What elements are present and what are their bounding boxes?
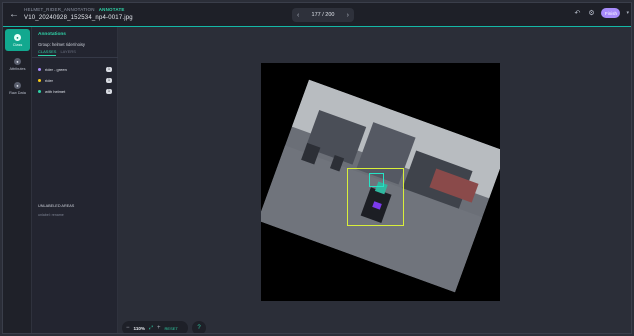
class-count-badge: 1 xyxy=(106,88,112,94)
help-icon[interactable]: ? xyxy=(192,321,206,333)
zoom-reset-button[interactable]: RESET xyxy=(165,326,178,331)
zoom-controls: − 110% ⤢ + RESET xyxy=(122,321,188,333)
class-label: with helmet xyxy=(45,88,66,94)
top-right-actions: ↶ ⚙ Finish ▾ xyxy=(573,8,629,18)
class-label: rider xyxy=(45,77,54,83)
breadcrumb: HELMET_RIDER_ANNOTATION ANNOTATE xyxy=(24,8,133,13)
file-name: V10_20240928_152534_np4-0017.jpg xyxy=(24,14,133,21)
chevron-down-icon[interactable]: ▾ xyxy=(626,10,629,16)
class-item[interactable]: rider - green 1 xyxy=(38,66,112,72)
project-name[interactable]: HELMET_RIDER_ANNOTATION xyxy=(24,8,95,13)
class-item[interactable]: with helmet 1 xyxy=(38,88,112,94)
settings-icon[interactable]: ⚙ xyxy=(587,9,595,17)
undo-icon[interactable]: ↶ xyxy=(573,9,581,17)
zoom-in-icon[interactable]: + xyxy=(157,325,161,331)
left-rail: ● Class ● Attributes ● Raw Data xyxy=(3,27,32,333)
unlabeled-areas-note: unlabel: rename xyxy=(38,213,64,217)
app-window: ← HELMET_RIDER_ANNOTATION ANNOTATE V10_2… xyxy=(2,2,632,334)
unlabeled-areas-title: UNLABELED AREAS xyxy=(38,204,75,208)
zoom-out-icon[interactable]: − xyxy=(126,325,130,331)
class-icon: ● xyxy=(14,33,21,41)
rail-label: Attributes xyxy=(9,66,26,71)
tab-classes[interactable]: CLASSES xyxy=(38,49,57,56)
rail-label: Raw Data xyxy=(9,90,26,95)
class-count-badge: 1 xyxy=(106,66,112,72)
class-color-dot xyxy=(38,78,41,82)
rail-item-class[interactable]: ● Class xyxy=(5,29,30,51)
divider xyxy=(32,57,118,58)
class-count-badge: 1 xyxy=(106,77,112,83)
tab-layers[interactable]: LAYERS xyxy=(60,49,76,56)
raw-data-icon: ● xyxy=(14,81,21,89)
image-frame xyxy=(261,63,500,301)
helmet-bounding-box[interactable] xyxy=(369,173,384,187)
prev-image-icon[interactable]: ‹ xyxy=(297,12,299,19)
panel-subtitle: Group: helmet rider/noisy xyxy=(38,42,86,47)
class-label: rider - green xyxy=(45,66,67,72)
panel-title: Annotations xyxy=(38,32,66,37)
annotation-canvas[interactable]: − 110% ⤢ + RESET ? xyxy=(118,27,631,333)
fit-to-screen-icon[interactable]: ⤢ xyxy=(149,325,153,331)
title-block: HELMET_RIDER_ANNOTATION ANNOTATE V10_202… xyxy=(24,8,133,21)
rail-item-raw-data[interactable]: ● Raw Data xyxy=(5,77,30,99)
attributes-icon: ● xyxy=(14,57,21,65)
rail-label: Class xyxy=(12,42,23,47)
status-badge: ANNOTATE xyxy=(98,7,125,13)
pager-count[interactable]: 177 / 200 xyxy=(312,12,335,18)
class-color-dot xyxy=(38,67,41,71)
top-bar: ← HELMET_RIDER_ANNOTATION ANNOTATE V10_2… xyxy=(3,3,631,27)
image-pager: ‹ 177 / 200 › xyxy=(292,8,354,22)
class-color-dot xyxy=(38,89,41,93)
zoom-level: 110% xyxy=(133,325,146,331)
back-arrow-icon[interactable]: ← xyxy=(6,7,22,23)
finish-button[interactable]: Finish xyxy=(601,8,621,18)
rail-item-attributes[interactable]: ● Attributes xyxy=(5,53,30,75)
class-item[interactable]: rider 1 xyxy=(38,77,112,83)
annotations-panel: Annotations Group: helmet rider/noisy CL… xyxy=(32,27,118,333)
panel-tabs: CLASSES LAYERS xyxy=(38,49,76,56)
next-image-icon[interactable]: › xyxy=(347,12,349,19)
